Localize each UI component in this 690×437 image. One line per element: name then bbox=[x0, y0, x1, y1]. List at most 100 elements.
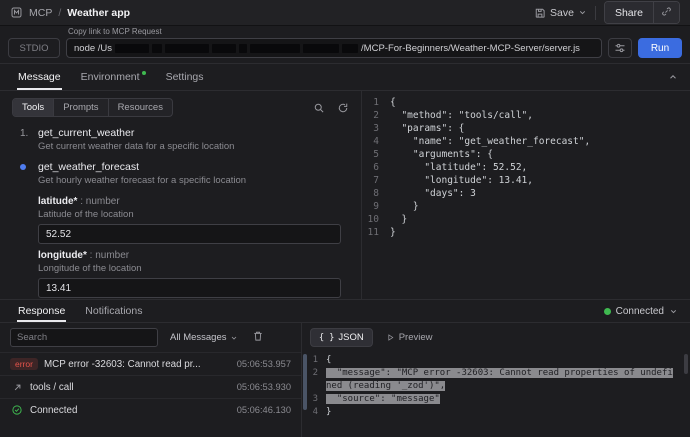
line-number: 1 bbox=[308, 354, 326, 367]
line-text-selected: "source": "message" bbox=[326, 394, 440, 404]
tool-name: get_current_weather bbox=[38, 127, 134, 139]
message-row-connected[interactable]: Connected 05:06:46.130 bbox=[0, 398, 301, 421]
redacted-text bbox=[250, 44, 300, 53]
chevron-down-icon bbox=[578, 8, 587, 17]
header-actions: Save Share bbox=[534, 1, 680, 24]
message-row-tools-call[interactable]: tools / call 05:06:53.930 bbox=[0, 375, 301, 398]
scrollbar-thumb[interactable] bbox=[684, 354, 688, 374]
check-circle-icon bbox=[10, 404, 24, 416]
longitude-input[interactable] bbox=[38, 278, 341, 298]
line-number: 9 bbox=[362, 200, 390, 213]
search-input[interactable] bbox=[10, 328, 158, 347]
copy-link-label: Copy link to MCP Request bbox=[68, 27, 602, 36]
viewer-line: 1{ bbox=[308, 354, 678, 367]
line-text: "days": 3 bbox=[390, 187, 476, 200]
editor-line: 6 "latitude": 52.52, bbox=[362, 161, 690, 174]
redacted-text bbox=[212, 44, 236, 53]
field-latitude: latitude* : number Latitude of the locat… bbox=[38, 196, 341, 244]
collapse-panel-icon[interactable] bbox=[668, 72, 678, 82]
request-settings-button[interactable] bbox=[608, 38, 632, 58]
response-panel: Response Notifications Connected bbox=[0, 300, 690, 437]
line-text: } bbox=[390, 213, 407, 226]
line-number: 7 bbox=[362, 174, 390, 187]
response-body: All Messages bbox=[0, 323, 690, 437]
copy-link-button[interactable] bbox=[653, 2, 679, 23]
request-json-editor[interactable]: 1{ 2 "method": "tools/call", 3 "params":… bbox=[362, 91, 690, 299]
share-button[interactable]: Share bbox=[605, 2, 653, 23]
command-column: Copy link to MCP Request node /Us /MCP-F… bbox=[66, 27, 602, 58]
line-text: { bbox=[326, 355, 331, 365]
tab-json[interactable]: JSON bbox=[310, 328, 373, 347]
editor-line: 5 "arguments": { bbox=[362, 148, 690, 161]
redacted-text bbox=[239, 44, 247, 53]
save-label: Save bbox=[550, 7, 574, 19]
tab-message[interactable]: Message bbox=[8, 64, 71, 90]
command-input[interactable]: node /Us /MCP-For-Beginners/Weather-MCP-… bbox=[66, 38, 602, 58]
line-text: { bbox=[390, 96, 396, 109]
message-time: 05:06:46.130 bbox=[237, 405, 291, 415]
refresh-icon[interactable] bbox=[337, 102, 349, 114]
tools-header: Tools Prompts Resources bbox=[0, 91, 361, 122]
line-text: } bbox=[390, 226, 396, 239]
line-number: 3 bbox=[362, 122, 390, 135]
message-row-error[interactable]: error MCP error -32603: Cannot read pr..… bbox=[0, 352, 301, 375]
editor-line: 3 "params": { bbox=[362, 122, 690, 135]
connection-status[interactable]: Connected bbox=[604, 300, 682, 322]
tab-notifications[interactable]: Notifications bbox=[75, 300, 152, 322]
environment-status-dot bbox=[142, 71, 146, 75]
response-tab-bar: Response Notifications Connected bbox=[0, 300, 690, 323]
tab-environment[interactable]: Environment bbox=[71, 64, 156, 90]
message-text: MCP error -32603: Cannot read pr... bbox=[44, 359, 231, 370]
trash-icon bbox=[252, 330, 264, 342]
tool-description: Get current weather data for a specific … bbox=[38, 141, 349, 152]
main-content: Tools Prompts Resources bbox=[0, 91, 690, 300]
latitude-input[interactable] bbox=[38, 224, 341, 244]
line-number: 1 bbox=[362, 96, 390, 109]
editor-line: 8 "days": 3 bbox=[362, 187, 690, 200]
line-text-selected: "message": "MCP error -32603: Cannot rea… bbox=[326, 368, 673, 391]
tab-settings[interactable]: Settings bbox=[156, 64, 214, 90]
transport-select[interactable]: STDIO bbox=[8, 38, 60, 58]
field-longitude-hint: Longitude of the location bbox=[38, 263, 341, 274]
header-divider bbox=[595, 6, 596, 20]
tool-item-get-current-weather[interactable]: 1. get_current_weather Get current weath… bbox=[0, 122, 361, 156]
scrollbar-thumb[interactable] bbox=[303, 354, 307, 410]
tab-resources[interactable]: Resources bbox=[109, 99, 172, 116]
chevron-down-icon bbox=[230, 334, 238, 342]
clear-messages-button[interactable] bbox=[252, 330, 264, 345]
message-text: tools / call bbox=[30, 382, 231, 393]
message-filter-dropdown[interactable]: All Messages bbox=[170, 332, 238, 343]
message-time: 05:06:53.957 bbox=[237, 359, 291, 369]
viewer-toolbar: JSON Preview bbox=[302, 323, 690, 352]
field-latitude-hint: Latitude of the location bbox=[38, 209, 341, 220]
breadcrumb-app[interactable]: MCP bbox=[29, 7, 52, 19]
tab-prompts[interactable]: Prompts bbox=[54, 99, 108, 116]
editor-line: 10 } bbox=[362, 213, 690, 226]
editor-line: 9 } bbox=[362, 200, 690, 213]
redacted-text bbox=[165, 44, 209, 53]
viewer-line: 3 "source": "message" bbox=[308, 393, 678, 406]
tool-item-get-weather-forecast[interactable]: get_weather_forecast Get hourly weather … bbox=[0, 156, 361, 190]
response-json-code[interactable]: 1{ 2 "message": "MCP error -32603: Canno… bbox=[302, 352, 690, 437]
tab-settings-label: Settings bbox=[166, 71, 204, 83]
tool-name: get_weather_forecast bbox=[38, 161, 139, 173]
redacted-text bbox=[152, 44, 162, 53]
message-text: Connected bbox=[30, 405, 231, 416]
braces-icon bbox=[319, 332, 334, 343]
line-number: 11 bbox=[362, 226, 390, 239]
editor-line: 4 "name": "get_weather_forecast", bbox=[362, 135, 690, 148]
tool-index: 1. bbox=[20, 128, 32, 139]
tab-json-label: JSON bbox=[338, 332, 363, 343]
run-button[interactable]: Run bbox=[638, 38, 682, 58]
tab-preview[interactable]: Preview bbox=[377, 328, 442, 347]
save-button[interactable]: Save bbox=[534, 7, 587, 19]
line-number: 2 bbox=[362, 109, 390, 122]
line-number: 4 bbox=[308, 406, 326, 419]
tab-response[interactable]: Response bbox=[8, 300, 75, 322]
tab-preview-label: Preview bbox=[399, 332, 433, 343]
search-icon[interactable] bbox=[313, 102, 325, 114]
breadcrumb: MCP / Weather app bbox=[10, 6, 130, 19]
tools-panel: Tools Prompts Resources bbox=[0, 91, 362, 299]
tab-tools[interactable]: Tools bbox=[13, 99, 54, 116]
line-text: "name": "get_weather_forecast", bbox=[390, 135, 590, 148]
